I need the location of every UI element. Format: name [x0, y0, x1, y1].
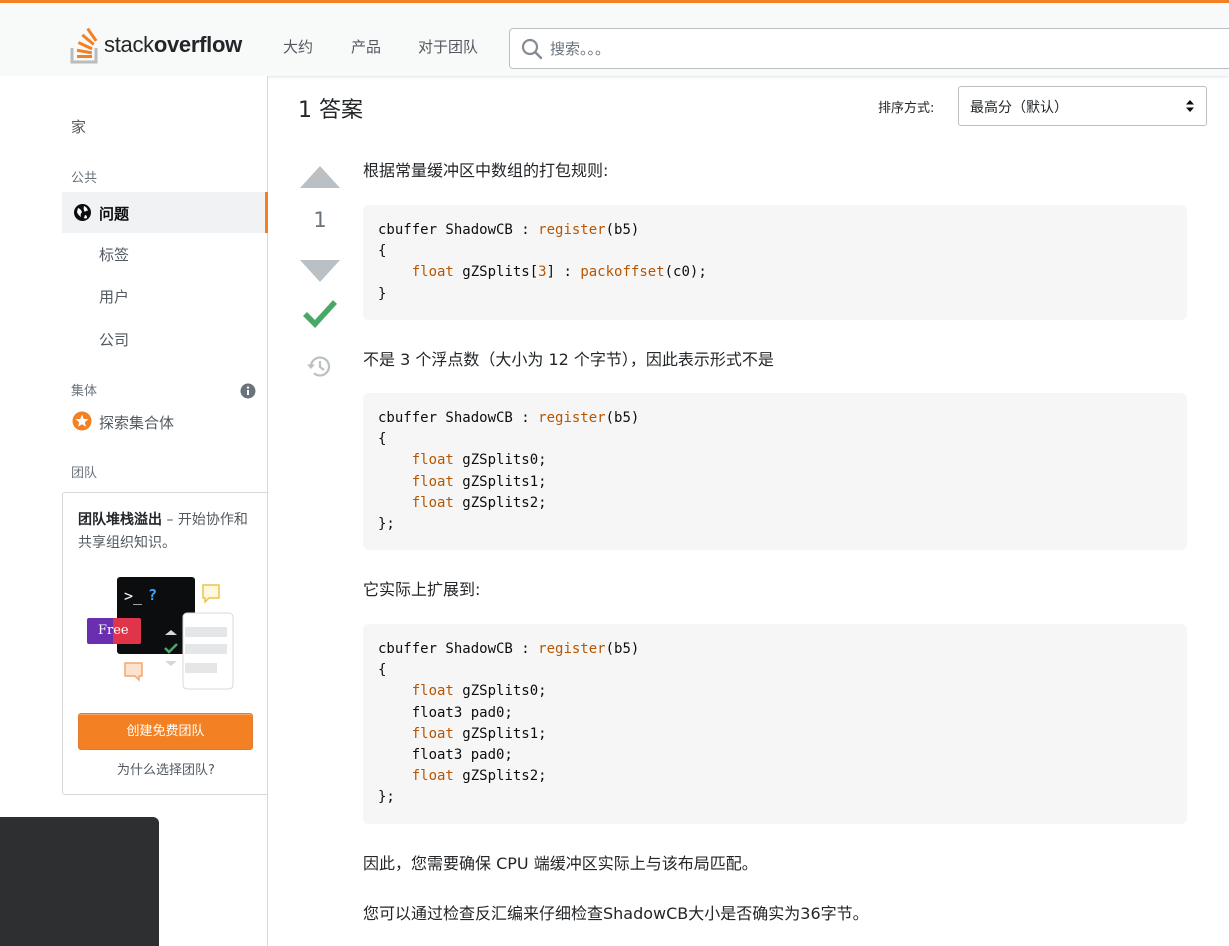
svg-text:?: ? [148, 586, 157, 604]
create-free-team-button[interactable]: 创建免费团队 [78, 713, 253, 750]
code-line: float gZSplits2; [411, 768, 547, 785]
code-line: cbuffer ShadowCB : register(b5) [378, 410, 640, 426]
code-line: float gZSplits0; [411, 452, 547, 469]
sidebar-heading-public: 公共 [71, 171, 98, 186]
answer-paragraph-3: 它实际上扩展到: [363, 580, 481, 599]
code-block-2: cbuffer ShadowCB : register(b5) { float g… [363, 393, 1187, 550]
info-icon[interactable] [240, 383, 256, 399]
sidebar-item-users[interactable]: 用户 [99, 286, 129, 307]
code-line: cbuffer ShadowCB : register(b5) [378, 641, 640, 657]
code-line: float gZSplits1; [411, 725, 547, 742]
code-line: float gZSplits1; [411, 473, 547, 490]
nav-products[interactable]: 产品 [351, 36, 381, 57]
sidebar-heading-teams: 团队 [71, 466, 98, 481]
collective-icon [72, 411, 92, 431]
logo[interactable]: stackoverflow [70, 25, 242, 65]
code-line: float gZSplits2; [411, 494, 547, 511]
logo-text: stackoverflow [104, 32, 242, 57]
nav-about[interactable]: 大约 [283, 36, 313, 57]
answers-count-heading: 1 答案 [298, 98, 363, 123]
sidebar-heading-collectives: 集体 [71, 384, 98, 399]
search-icon [521, 38, 543, 60]
sort-selected-value: 最高分（默认） [970, 100, 1068, 116]
code-line: float gZSplits[3] : packoffset(c0); [411, 264, 707, 281]
why-teams-link[interactable]: 为什么选择团队? [63, 759, 269, 778]
history-icon[interactable] [306, 354, 333, 379]
sidebar-item-explore-collectives[interactable]: 探索集合体 [99, 412, 174, 433]
upvote-icon[interactable] [299, 164, 341, 190]
sidebar-item-home[interactable]: 家 [71, 116, 86, 137]
svg-text:>_: >_ [124, 587, 143, 605]
dark-overlay-panel [0, 817, 159, 946]
sort-select[interactable]: 最高分（默认） [958, 86, 1207, 126]
globe-icon [74, 204, 91, 221]
answer-paragraph-1: 根据常量缓冲区中数组的打包规则: [363, 161, 609, 180]
stackoverflow-logo-icon [70, 27, 98, 64]
code-line: cbuffer ShadowCB : register(b5) [378, 222, 640, 238]
left-sidebar: 家 公共 问题 标签 用户 公司 集体 探索集合体 团队 团队堆栈溢出 – 开始… [0, 76, 268, 946]
top-bar: stackoverflow 大约 产品 对于团队 [0, 0, 1229, 76]
answer-paragraph-4: 因此，您需要确保 CPU 端缓冲区实际上与该布局匹配。 [363, 854, 758, 873]
code-line: { [378, 662, 387, 679]
teams-promo-text: 团队堆栈溢出 – 开始协作和共享组织知识。 [78, 512, 248, 551]
accepted-checkmark-icon [303, 300, 337, 328]
sidebar-item-label: 问题 [99, 205, 130, 223]
downvote-icon[interactable] [299, 258, 341, 284]
code-block-3: cbuffer ShadowCB : register(b5) { float g… [363, 624, 1187, 824]
code-line: } [378, 285, 387, 302]
code-block-1: cbuffer ShadowCB : register(b5) { float g… [363, 205, 1187, 320]
select-arrows-icon [1186, 100, 1194, 112]
sidebar-item-questions[interactable]: 问题 [62, 192, 268, 233]
code-line: { [378, 243, 387, 260]
sidebar-item-tags[interactable]: 标签 [99, 244, 129, 265]
sidebar-item-companies[interactable]: 公司 [99, 329, 129, 350]
code-line: { [378, 431, 387, 448]
free-badge: Free [98, 623, 129, 638]
search-box[interactable] [509, 28, 1229, 69]
search-input[interactable] [550, 29, 1150, 68]
sort-label: 排序方式: [878, 101, 935, 116]
code-line: float3 pad0; [378, 704, 513, 721]
code-line: float3 pad0; [378, 746, 513, 763]
vote-count: 1 [313, 208, 327, 232]
code-line: }; [378, 789, 395, 806]
code-line: float gZSplits0; [411, 683, 547, 700]
answer-paragraph-2: 不是 3 个浮点数（大小为 12 个字节），因此表示形式不是 [363, 350, 774, 369]
code-line: }; [378, 515, 395, 532]
nav-for-teams[interactable]: 对于团队 [418, 36, 478, 57]
teams-promo: 团队堆栈溢出 – 开始协作和共享组织知识。 >_ ? Free 创建免费团队 为… [62, 492, 268, 795]
answer-paragraph-5: 您可以通过检查反汇编来仔细检查ShadowCB大小是否确实为36字节。 [363, 904, 869, 923]
